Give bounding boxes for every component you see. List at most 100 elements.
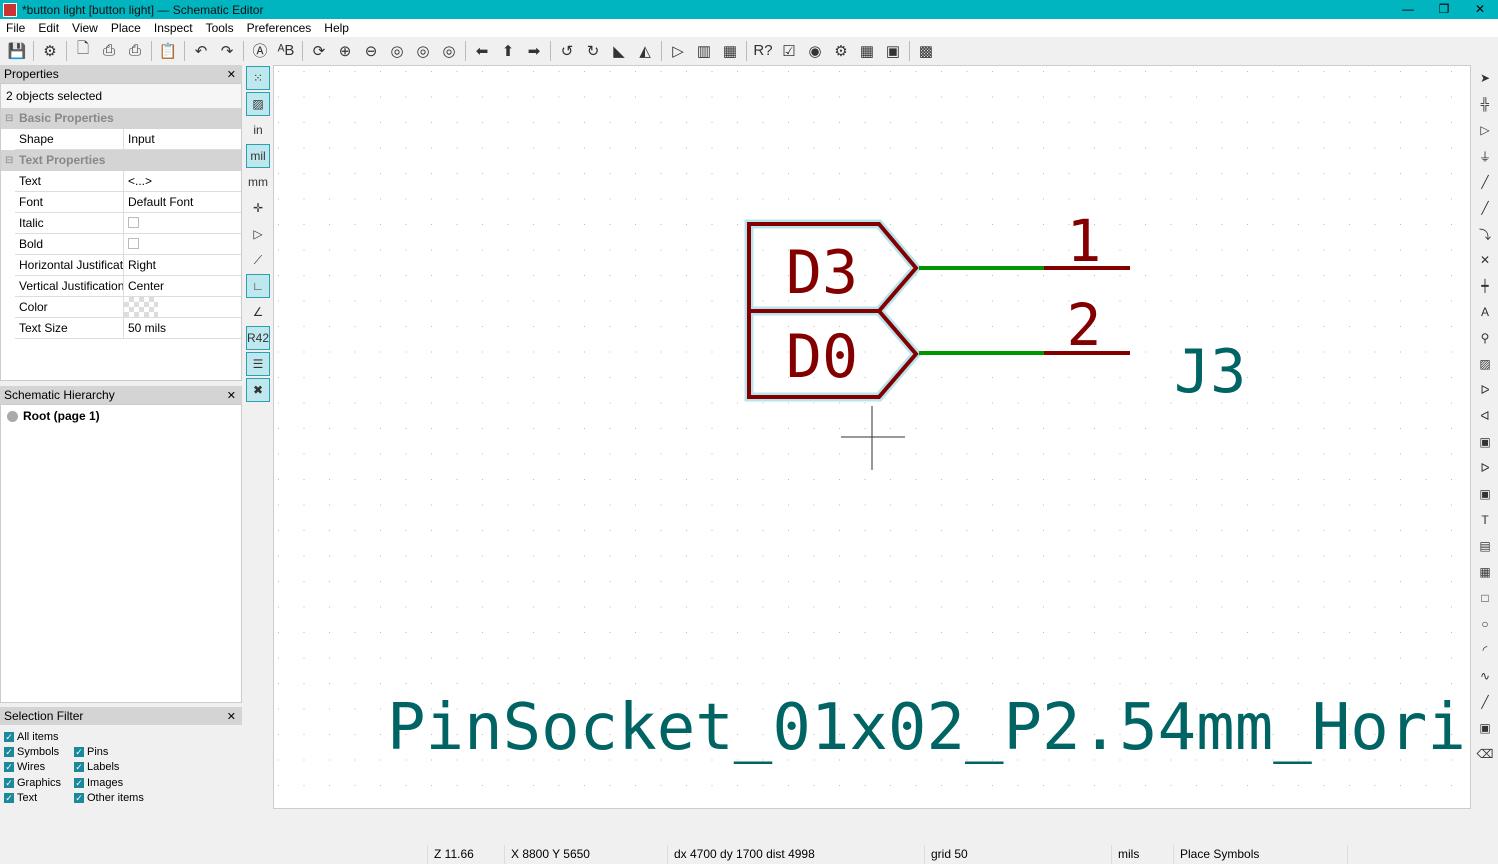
- property-value[interactable]: [124, 234, 241, 254]
- delete-tool-icon[interactable]: ⌫: [1473, 742, 1497, 766]
- add-bezier-icon[interactable]: ∿: [1473, 664, 1497, 688]
- property-row[interactable]: Vertical Justification Center: [15, 276, 241, 297]
- close-icon[interactable]: ✕: [227, 68, 236, 81]
- property-row[interactable]: Horizontal Justificati...Right: [15, 255, 241, 276]
- bom-icon[interactable]: ▦: [856, 40, 878, 62]
- undo-icon[interactable]: ↶: [190, 40, 212, 62]
- menu-tools[interactable]: Tools: [200, 21, 241, 35]
- line-mode-45-icon[interactable]: ∠: [246, 300, 270, 324]
- page-settings-icon[interactable]: 🗋: [72, 40, 94, 62]
- filter-other-items[interactable]: ✓ Other items: [74, 791, 174, 805]
- find-replace-icon[interactable]: ᴬB: [275, 40, 297, 62]
- property-value[interactable]: [124, 297, 241, 317]
- minimize-button[interactable]: —: [1390, 0, 1426, 19]
- select-icon[interactable]: ➤: [1473, 66, 1497, 90]
- maximize-button[interactable]: ❐: [1426, 0, 1462, 19]
- zoom-fit-icon[interactable]: ◎: [386, 40, 408, 62]
- rotate-cw-icon[interactable]: ↻: [582, 40, 604, 62]
- close-icon[interactable]: ✕: [227, 710, 236, 723]
- property-value[interactable]: [124, 213, 241, 233]
- filter-labels[interactable]: ✓ Labels: [74, 760, 174, 774]
- property-value[interactable]: Right: [124, 255, 241, 275]
- navigate-forward-icon[interactable]: ➡: [523, 40, 545, 62]
- grid-icon[interactable]: ⁙: [246, 66, 270, 90]
- update-pcb-icon[interactable]: ▦: [719, 40, 741, 62]
- add-power-icon[interactable]: ⏚: [1473, 144, 1497, 168]
- menu-edit[interactable]: Edit: [32, 21, 66, 35]
- close-button[interactable]: ✕: [1462, 0, 1498, 19]
- rotate-ccw-icon[interactable]: ↺: [556, 40, 578, 62]
- add-wire-icon[interactable]: ╱: [1473, 170, 1497, 194]
- menu-help[interactable]: Help: [318, 21, 356, 35]
- filter-symbols[interactable]: ✓ Symbols: [4, 745, 74, 759]
- color-swatch[interactable]: [124, 297, 158, 317]
- filter-wires[interactable]: ✓ Wires: [4, 760, 74, 774]
- checkbox-checked[interactable]: ✓: [74, 747, 84, 758]
- filter-pins[interactable]: ✓ Pins: [74, 745, 174, 759]
- schematic-canvas[interactable]: D3 D0 1 2 J3 PinSocket_01x02_P2.54mm_Hor…: [273, 65, 1471, 809]
- refresh-icon[interactable]: ⟳: [308, 40, 330, 62]
- checkbox-checked[interactable]: ✓: [74, 777, 84, 788]
- simulator-icon[interactable]: ◉: [804, 40, 826, 62]
- units-mm-icon[interactable]: mm: [246, 170, 270, 194]
- add-rectangle-icon[interactable]: □: [1473, 586, 1497, 610]
- add-arc-icon[interactable]: ◜: [1473, 638, 1497, 662]
- schematic-setup-icon[interactable]: ⚙: [39, 40, 61, 62]
- import-sheet-pin-icon[interactable]: ᐅ: [1473, 456, 1497, 480]
- no-connect-icon[interactable]: ✕: [1473, 248, 1497, 272]
- label-d3[interactable]: D3: [786, 238, 858, 308]
- label-d0[interactable]: D0: [786, 322, 858, 392]
- symbol-browser-icon[interactable]: ▥: [693, 40, 715, 62]
- add-symbol-icon[interactable]: ▷: [1473, 118, 1497, 142]
- units-inch-icon[interactable]: in: [246, 118, 270, 142]
- add-label-icon[interactable]: A: [1473, 300, 1497, 324]
- add-textbox-icon[interactable]: ▤: [1473, 534, 1497, 558]
- property-row[interactable]: Italic: [15, 213, 241, 234]
- menu-inspect[interactable]: Inspect: [148, 21, 200, 35]
- hierarchy-navigator-icon[interactable]: ☰: [246, 352, 270, 376]
- symbol-editor-icon[interactable]: ▷: [667, 40, 689, 62]
- line-mode-90-icon[interactable]: ∟: [246, 274, 270, 298]
- property-value[interactable]: Input: [124, 129, 241, 149]
- checkbox[interactable]: [128, 217, 139, 228]
- filter-text[interactable]: ✓ Text: [4, 791, 74, 805]
- navigate-back-icon[interactable]: ⬅: [471, 40, 493, 62]
- checkbox-checked[interactable]: ✓: [74, 762, 84, 773]
- export-netlist-icon[interactable]: ▣: [882, 40, 904, 62]
- property-row[interactable]: Font Default Font: [15, 192, 241, 213]
- zoom-selection-icon[interactable]: ◎: [438, 40, 460, 62]
- assign-footprints-icon[interactable]: ⚙: [830, 40, 852, 62]
- property-row[interactable]: Text Size 50 mils: [15, 318, 241, 339]
- add-circle-icon[interactable]: ○: [1473, 612, 1497, 636]
- zoom-in-icon[interactable]: ⊕: [334, 40, 356, 62]
- checkbox-checked[interactable]: ✓: [4, 777, 14, 788]
- grid-overrides-icon[interactable]: ▨: [246, 92, 270, 116]
- print-icon[interactable]: ⎙: [98, 40, 120, 62]
- close-icon[interactable]: ✕: [227, 389, 236, 402]
- menu-file[interactable]: File: [0, 21, 32, 35]
- checkbox-checked[interactable]: ✓: [4, 732, 14, 743]
- menu-view[interactable]: View: [66, 21, 105, 35]
- add-bus-icon[interactable]: ╱: [1473, 196, 1497, 220]
- filter-all-items[interactable]: ✓ All items: [4, 730, 74, 744]
- property-row[interactable]: Bold: [15, 234, 241, 255]
- annotate-icon[interactable]: R?: [752, 40, 774, 62]
- line-mode-free-icon[interactable]: ⟋: [246, 248, 270, 272]
- property-group[interactable]: Text Properties: [1, 150, 241, 171]
- junction-icon[interactable]: ┿: [1473, 274, 1497, 298]
- plot-icon[interactable]: ⎙: [124, 40, 146, 62]
- hidden-pins-icon[interactable]: ▷: [246, 222, 270, 246]
- property-value[interactable]: <...>: [124, 171, 241, 191]
- footprint-field[interactable]: PinSocket_01x02_P2.54mm_Horizontal: [387, 691, 1471, 765]
- hier-label-icon[interactable]: ᐊ: [1473, 404, 1497, 428]
- redo-icon[interactable]: ↷: [216, 40, 238, 62]
- property-value[interactable]: 50 mils: [124, 318, 241, 338]
- checkbox[interactable]: [128, 238, 139, 249]
- annotation-icon[interactable]: R42: [246, 326, 270, 350]
- zoom-out-icon[interactable]: ⊖: [360, 40, 382, 62]
- navigate-up-icon[interactable]: ⬆: [497, 40, 519, 62]
- filter-images[interactable]: ✓ Images: [74, 776, 174, 790]
- mirror-h-icon[interactable]: ◭: [634, 40, 656, 62]
- menu-place[interactable]: Place: [105, 21, 148, 35]
- mirror-v-icon[interactable]: ◣: [608, 40, 630, 62]
